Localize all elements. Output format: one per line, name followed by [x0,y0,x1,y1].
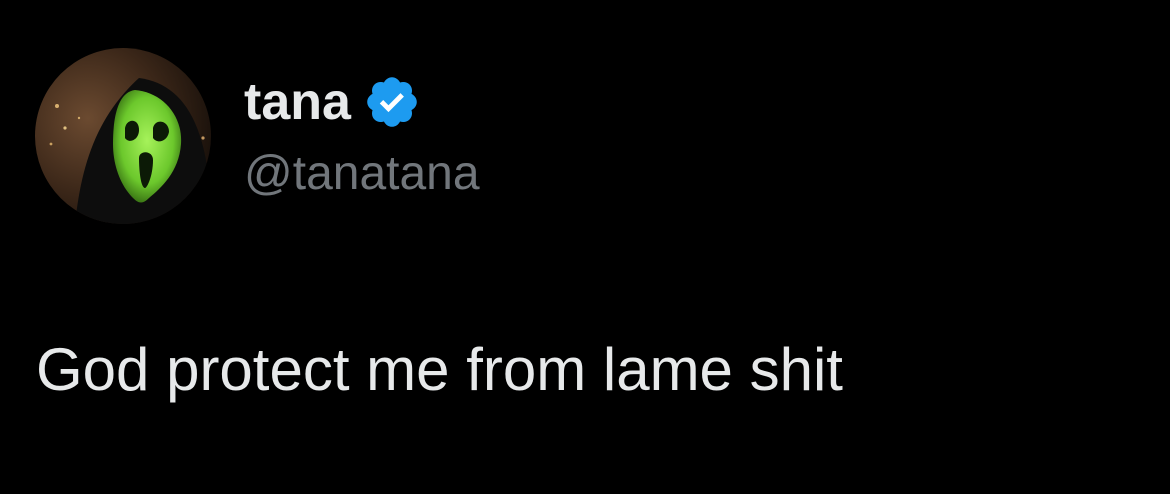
ghostface-mask-icon [35,48,211,224]
user-handle[interactable]: @tanatana [244,142,480,206]
tweet-text: God protect me from lame shit [36,336,843,403]
verified-badge-icon [363,73,421,131]
author-name-row: tana [244,70,421,134]
avatar[interactable] [35,48,211,224]
display-name[interactable]: tana [244,70,351,134]
tweet-card: tana @tanatana God protect me from lame … [0,0,1170,494]
